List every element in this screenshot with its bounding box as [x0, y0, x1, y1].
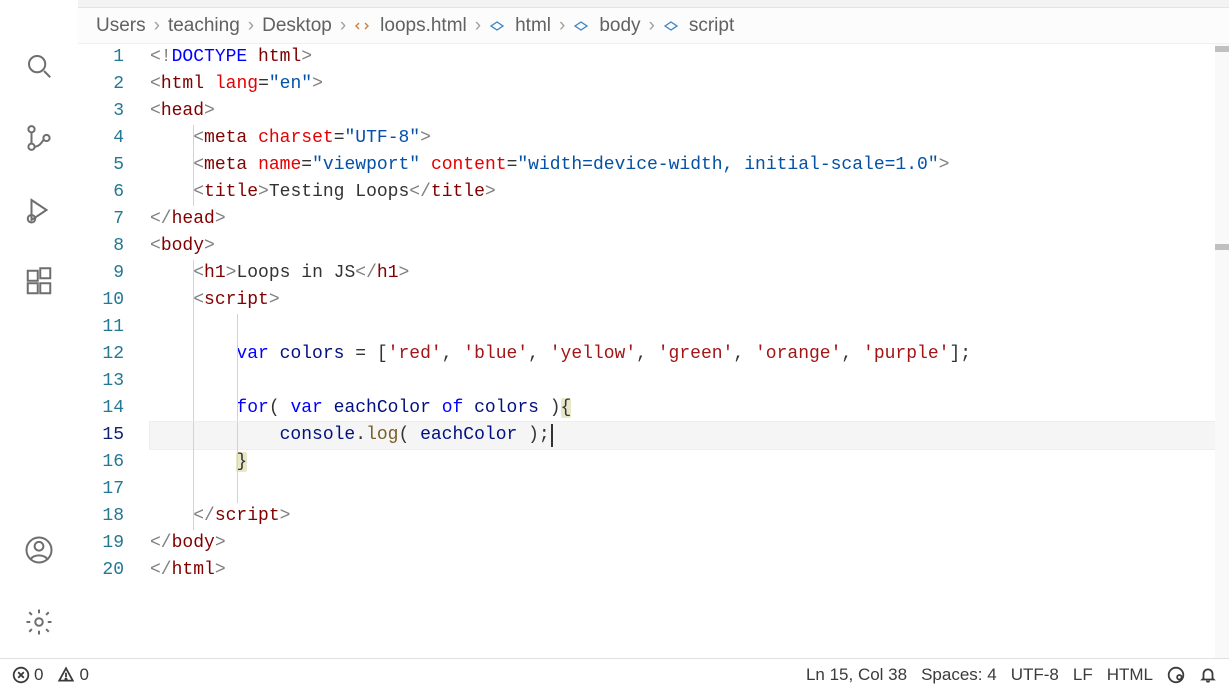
code-line[interactable]: console.log( eachColor );	[150, 422, 1229, 449]
error-icon	[12, 666, 30, 684]
code-line[interactable]: var colors = ['red', 'blue', 'yellow', '…	[150, 341, 1229, 368]
code-line[interactable]: for( var eachColor of colors ){	[150, 395, 1229, 422]
chevron-right-icon: ›	[559, 15, 565, 37]
code-line[interactable]: </body>	[150, 530, 1229, 557]
code-line[interactable]: <html lang="en">	[150, 71, 1229, 98]
line-number-gutter: 1234567891011121314151617181920	[78, 44, 150, 658]
notifications-bell-icon[interactable]	[1199, 666, 1217, 684]
feedback-icon[interactable]	[1167, 666, 1185, 684]
code-line[interactable]: <body>	[150, 233, 1229, 260]
code-line[interactable]: </script>	[150, 503, 1229, 530]
breadcrumb-item[interactable]: teaching	[168, 15, 240, 37]
code-line[interactable]: </head>	[150, 206, 1229, 233]
code-line[interactable]: <meta charset="UTF-8">	[150, 125, 1229, 152]
status-error-count: 0	[34, 665, 43, 685]
symbol-icon	[663, 18, 679, 34]
chevron-right-icon: ›	[649, 15, 655, 37]
breadcrumb: Users › teaching › Desktop › loops.html …	[78, 8, 1229, 44]
breadcrumb-item[interactable]: html	[515, 15, 551, 37]
extensions-icon[interactable]	[23, 266, 55, 298]
status-language-mode[interactable]: HTML	[1107, 665, 1153, 685]
overview-ruler[interactable]	[1215, 44, 1229, 658]
chevron-right-icon: ›	[340, 15, 346, 37]
code-line[interactable]: <!DOCTYPE html>	[150, 44, 1229, 71]
breadcrumb-item[interactable]: loops.html	[380, 15, 467, 37]
account-icon[interactable]	[23, 534, 55, 566]
chevron-right-icon: ›	[475, 15, 481, 37]
code-line[interactable]: <head>	[150, 98, 1229, 125]
breadcrumb-item[interactable]: Desktop	[262, 15, 332, 37]
code-line[interactable]: <h1>Loops in JS</h1>	[150, 260, 1229, 287]
code-area[interactable]: <!DOCTYPE html><html lang="en"><head> <m…	[150, 44, 1229, 658]
file-code-icon	[354, 18, 370, 34]
source-control-icon[interactable]	[23, 122, 55, 154]
symbol-icon	[489, 18, 505, 34]
status-warning-count: 0	[79, 665, 88, 685]
code-line[interactable]: <title>Testing Loops</title>	[150, 179, 1229, 206]
code-line[interactable]: <meta name="viewport" content="width=dev…	[150, 152, 1229, 179]
code-line[interactable]	[150, 368, 1229, 395]
breadcrumb-item[interactable]: script	[689, 15, 734, 37]
status-encoding[interactable]: UTF-8	[1011, 665, 1059, 685]
code-line[interactable]	[150, 314, 1229, 341]
status-errors[interactable]: 0	[12, 665, 43, 685]
symbol-icon	[573, 18, 589, 34]
status-cursor-position[interactable]: Ln 15, Col 38	[806, 665, 907, 685]
chevron-right-icon: ›	[248, 15, 254, 37]
settings-gear-icon[interactable]	[23, 606, 55, 638]
status-indentation[interactable]: Spaces: 4	[921, 665, 997, 685]
breadcrumb-item[interactable]: Users	[96, 15, 146, 37]
code-line[interactable]: }	[150, 449, 1229, 476]
code-line[interactable]	[150, 476, 1229, 503]
chevron-right-icon: ›	[154, 15, 160, 37]
text-cursor	[551, 424, 553, 447]
code-line[interactable]: <script>	[150, 287, 1229, 314]
code-line[interactable]: </html>	[150, 557, 1229, 584]
status-bar: 0 0 Ln 15, Col 38 Spaces: 4 UTF-8 LF HTM…	[0, 658, 1229, 690]
breadcrumb-item[interactable]: body	[599, 15, 640, 37]
editor[interactable]: 1234567891011121314151617181920 <!DOCTYP…	[78, 44, 1229, 658]
warning-icon	[57, 666, 75, 684]
tab-strip[interactable]	[0, 0, 1229, 8]
status-eol[interactable]: LF	[1073, 665, 1093, 685]
status-warnings[interactable]: 0	[57, 665, 88, 685]
search-icon[interactable]	[23, 50, 55, 82]
activity-bar	[0, 0, 78, 658]
debug-icon[interactable]	[23, 194, 55, 226]
